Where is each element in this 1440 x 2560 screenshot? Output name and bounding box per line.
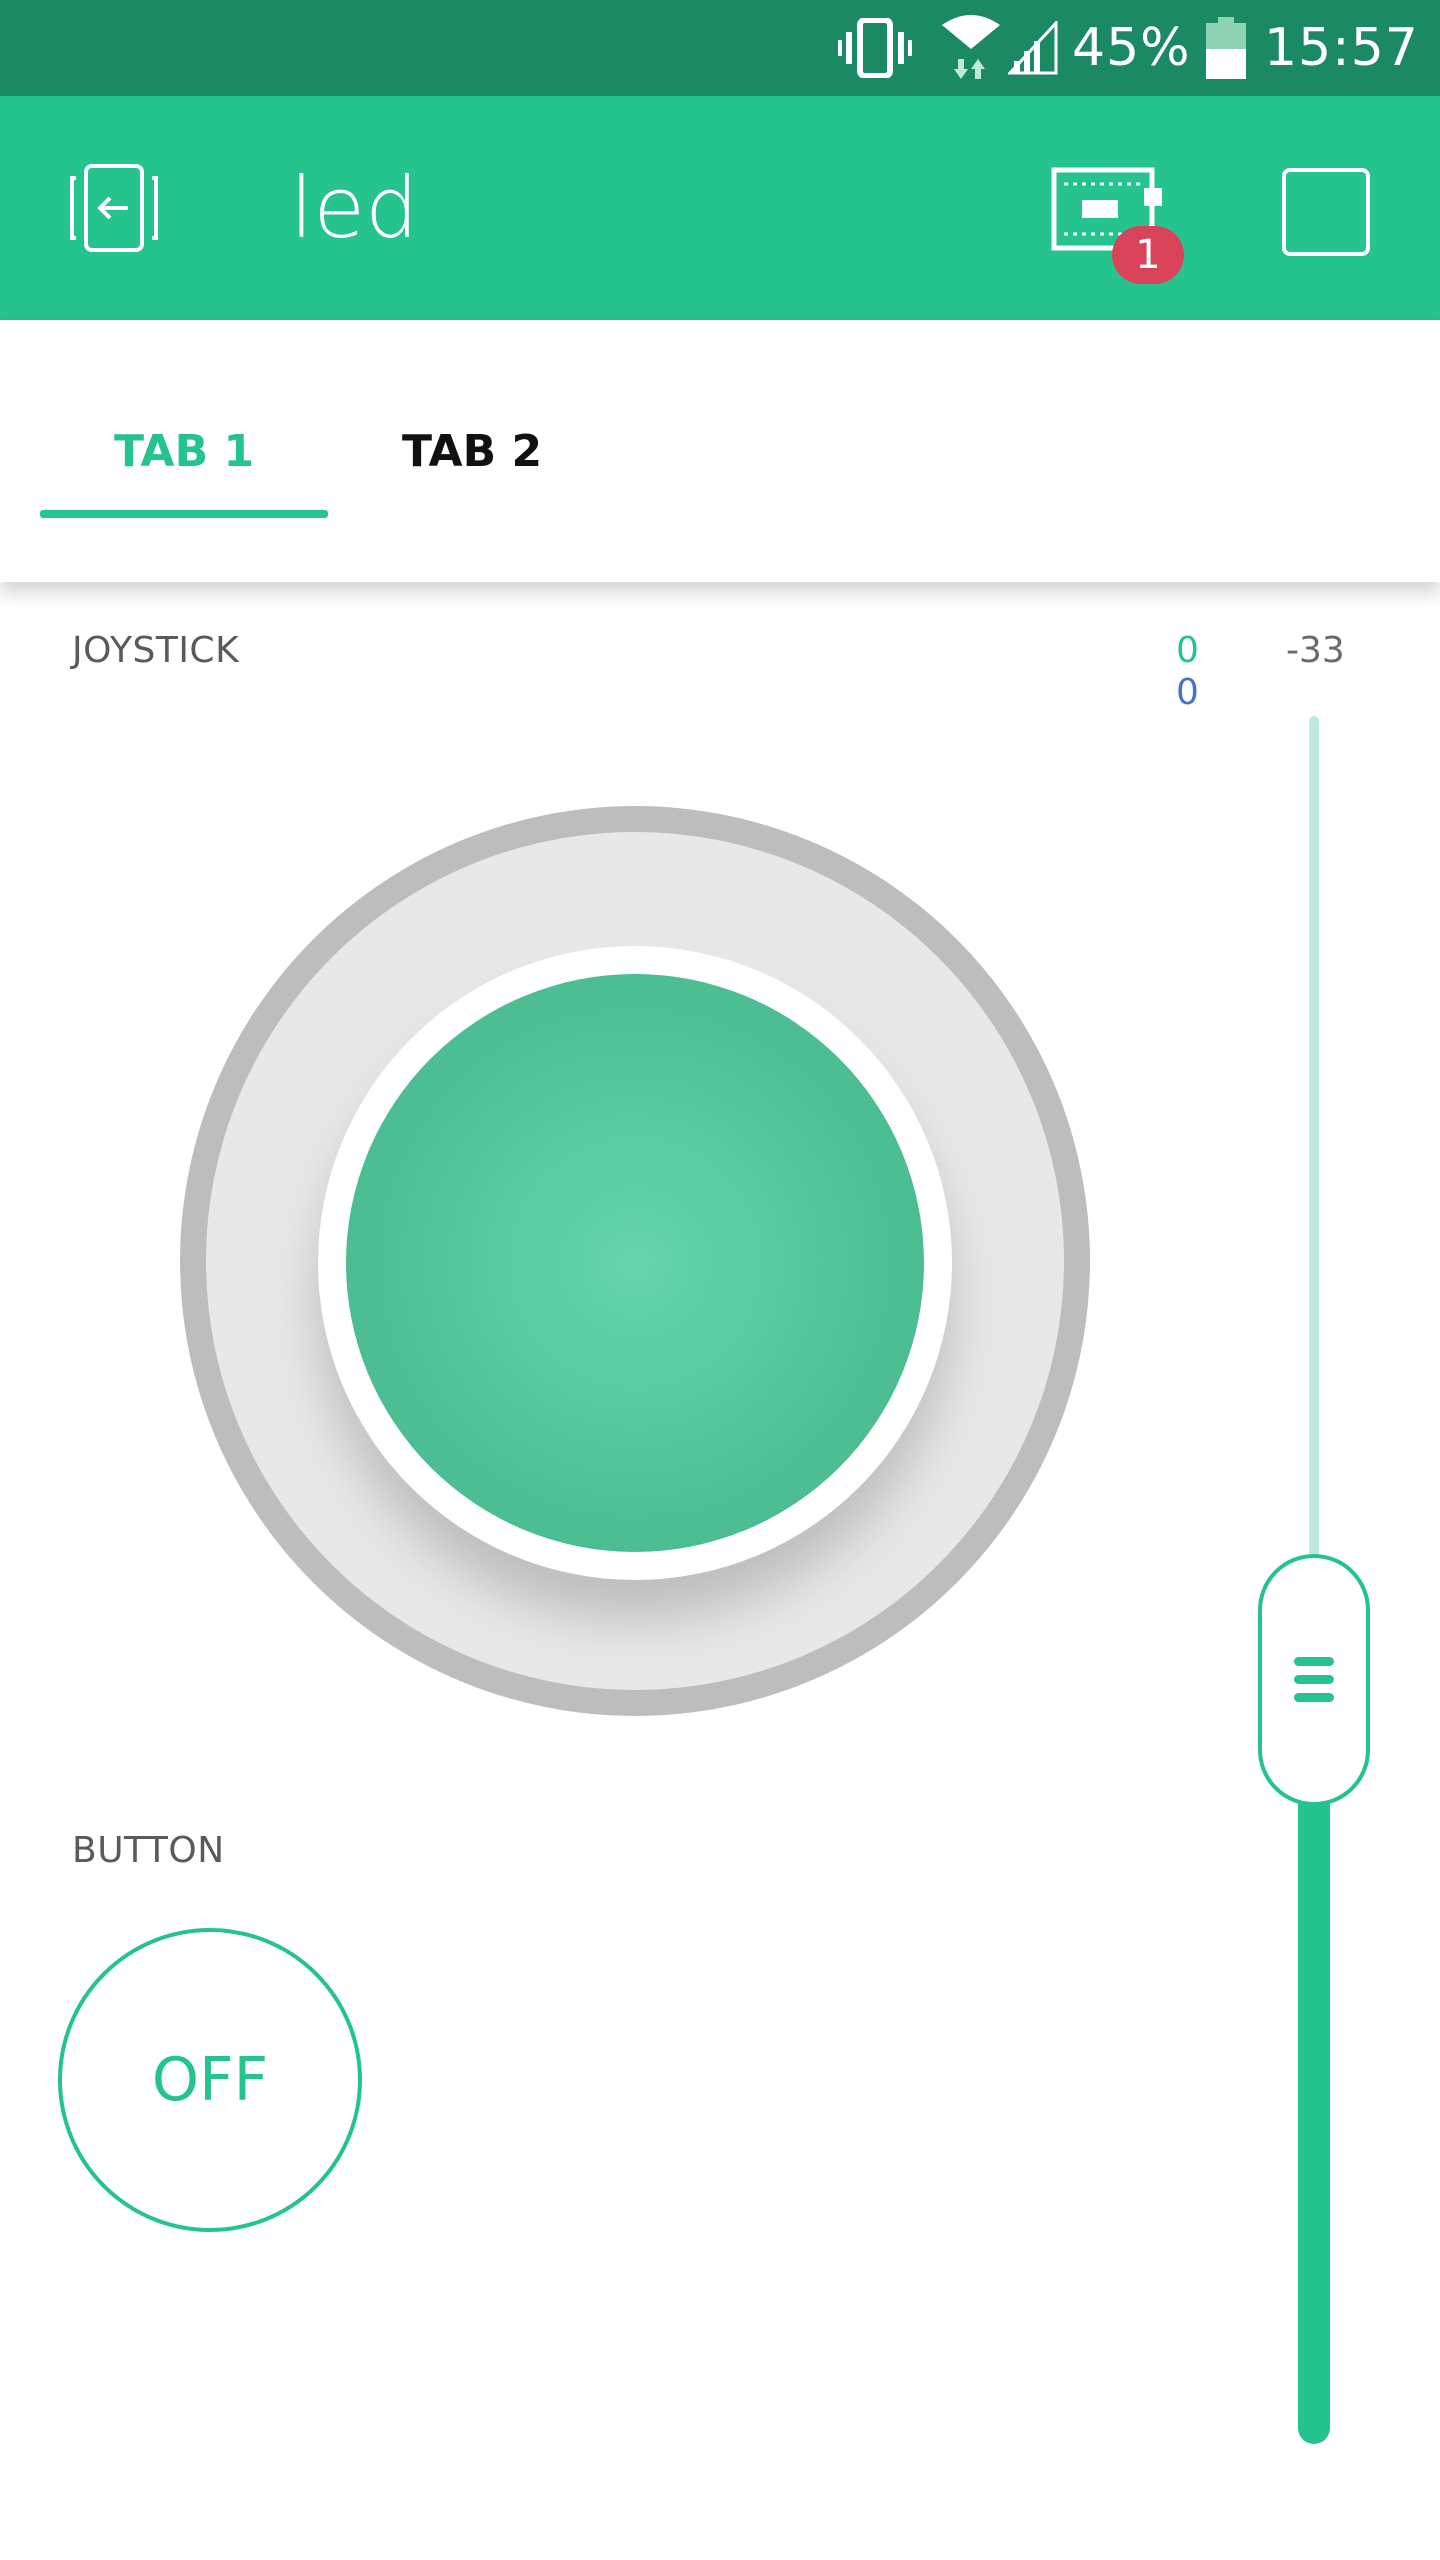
active-tab-indicator bbox=[40, 510, 328, 518]
stop-square-icon bbox=[1282, 168, 1370, 256]
slider-handle[interactable] bbox=[1258, 1554, 1370, 1806]
slider-value: -33 bbox=[1286, 630, 1345, 671]
joystick-y-value: 0 bbox=[1176, 672, 1199, 713]
tab-1[interactable]: TAB 1 bbox=[40, 320, 328, 582]
slider-track-empty[interactable] bbox=[1309, 716, 1319, 1566]
grip-icon bbox=[1294, 1657, 1334, 1702]
exit-project-button[interactable] bbox=[56, 152, 168, 264]
button-widget-label: BUTTON bbox=[72, 1830, 225, 1871]
joystick-label: JOYSTICK bbox=[72, 630, 240, 671]
signal-icon bbox=[1008, 0, 1058, 96]
notification-badge: 1 bbox=[1112, 226, 1184, 284]
battery-percent: 45% bbox=[1072, 18, 1191, 78]
off-button[interactable]: OFF bbox=[58, 1928, 362, 2232]
slider-track-filled[interactable] bbox=[1298, 1790, 1330, 2444]
project-title: led bbox=[290, 159, 419, 257]
joystick-x-value: 0 bbox=[1176, 630, 1199, 671]
exit-project-icon bbox=[70, 164, 158, 252]
clock: 15:57 bbox=[1264, 18, 1419, 78]
tab-2[interactable]: TAB 2 bbox=[372, 320, 572, 582]
joystick-knob[interactable] bbox=[346, 974, 924, 1552]
vibrate-icon bbox=[838, 0, 912, 96]
stop-button[interactable] bbox=[1270, 156, 1382, 268]
wifi-icon bbox=[938, 0, 1004, 96]
app-bar bbox=[0, 96, 1440, 320]
battery-icon bbox=[1206, 0, 1246, 96]
status-bar: 45% 15:57 bbox=[0, 0, 1440, 96]
